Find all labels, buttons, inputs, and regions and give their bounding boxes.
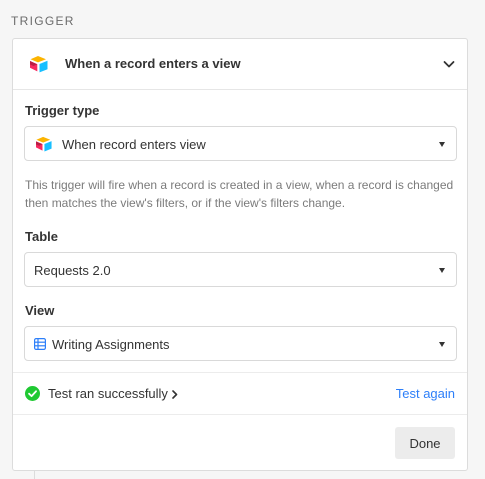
caret-down-icon <box>439 342 445 347</box>
chevron-right-icon[interactable] <box>172 390 178 399</box>
view-select[interactable]: Writing Assignments <box>24 326 457 361</box>
check-circle-icon <box>25 386 40 401</box>
connector-line <box>34 471 35 479</box>
table-select[interactable]: Requests 2.0 <box>24 252 457 287</box>
divider <box>13 372 467 373</box>
trigger-help-text: This trigger will fire when a record is … <box>25 178 454 210</box>
test-again-link[interactable]: Test again <box>396 386 455 401</box>
trigger-type-select[interactable]: When record enters view <box>24 126 457 161</box>
trigger-card: When a record enters a view Trigger type… <box>12 38 468 471</box>
trigger-type-label: Trigger type <box>25 103 100 118</box>
caret-down-icon <box>439 142 445 147</box>
trigger-card-header[interactable]: When a record enters a view <box>13 39 467 90</box>
airtable-logo-icon <box>36 136 52 152</box>
section-label: TRIGGER <box>11 14 75 28</box>
airtable-logo-icon <box>30 56 48 73</box>
chevron-down-icon[interactable] <box>443 59 455 69</box>
view-label: View <box>25 303 55 318</box>
grid-view-icon <box>34 338 46 350</box>
divider <box>13 414 467 415</box>
test-status-text[interactable]: Test ran successfully <box>48 386 168 401</box>
table-value: Requests 2.0 <box>34 263 111 278</box>
table-label: Table <box>25 229 58 244</box>
trigger-type-value: When record enters view <box>62 137 206 152</box>
view-value: Writing Assignments <box>52 337 170 352</box>
caret-down-icon <box>439 268 445 273</box>
done-button[interactable]: Done <box>395 427 455 459</box>
trigger-title: When a record enters a view <box>65 56 241 71</box>
